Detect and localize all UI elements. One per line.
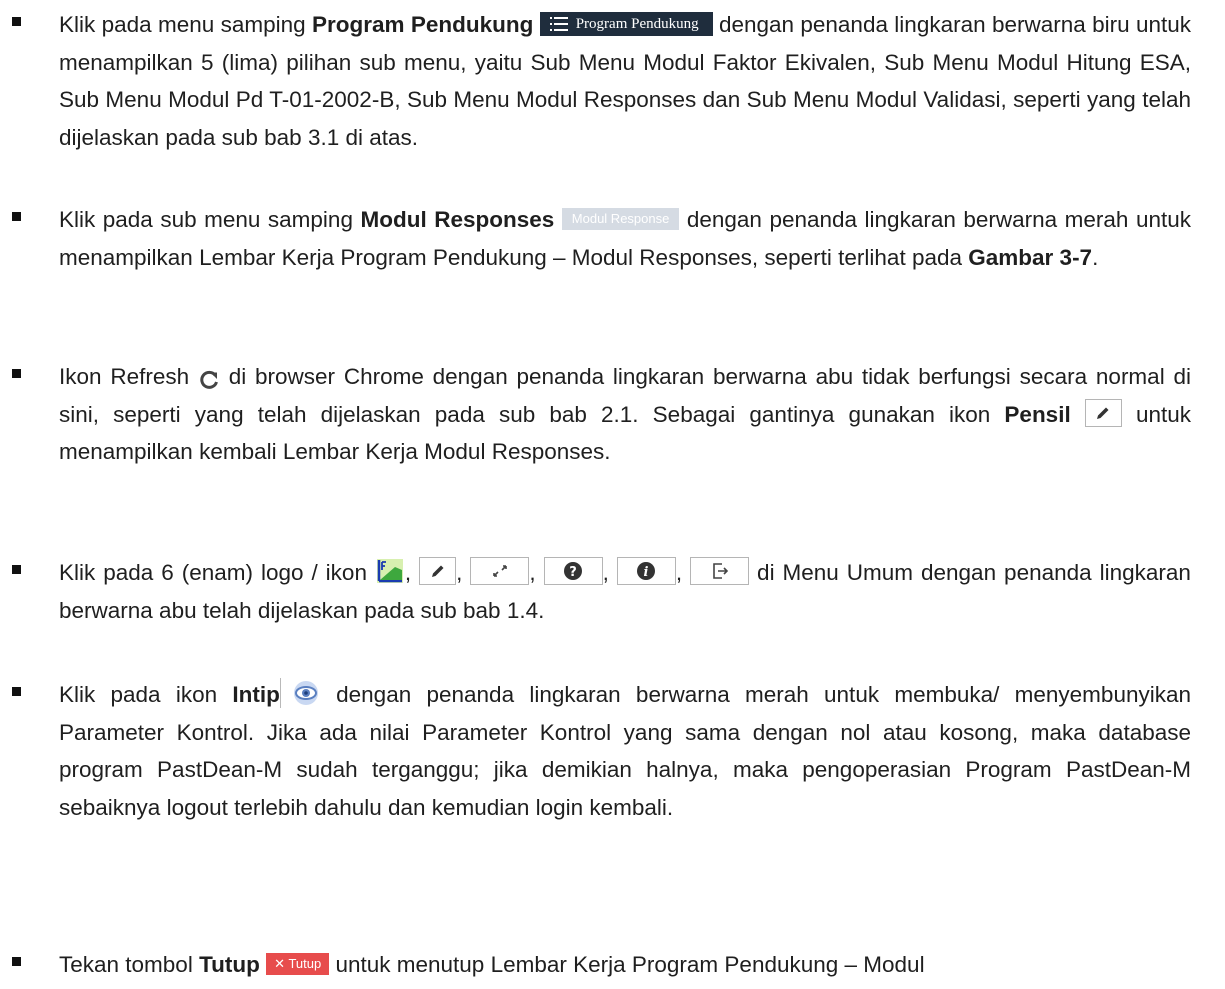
paragraph: Klik pada ikon Intip dengan penanda ling… <box>59 676 1191 826</box>
text-run: Tekan tombol <box>59 952 200 977</box>
bold-term: Modul Responses <box>360 207 555 232</box>
separator: , <box>675 560 683 585</box>
svg-text:i: i <box>644 565 649 580</box>
bullet-marker <box>12 212 21 221</box>
text-run: . <box>1092 244 1099 270</box>
refresh-icon <box>198 365 220 389</box>
text-run: Ikon Refresh <box>59 364 198 389</box>
text-run: untuk menutup Lembar Kerja Program Pendu… <box>329 952 925 977</box>
eye-icon <box>293 681 318 706</box>
menu-chip-label: Program Pendukung <box>575 16 699 33</box>
paragraph: Klik pada sub menu samping Modul Respons… <box>59 201 1191 276</box>
question-icon: ? <box>564 562 583 581</box>
fullscreen-button <box>470 557 530 586</box>
separator: , <box>404 560 412 585</box>
paragraph: Klik pada 6 (enam) logo / ikon , , , ?, … <box>59 554 1191 629</box>
pencil-icon <box>431 565 444 578</box>
pencil-button <box>1084 398 1122 427</box>
bullet-marker <box>12 957 21 966</box>
expand-icon <box>493 565 507 577</box>
bullet-marker <box>12 17 21 26</box>
text-run: Klik pada ikon <box>59 682 233 707</box>
paragraph: Tekan tombol Tutup ✕ Tutup untuk menutup… <box>59 946 1191 984</box>
text-run: Klik pada sub menu samping <box>59 207 361 232</box>
info-button: i <box>616 557 676 586</box>
bullet-marker <box>12 369 21 378</box>
intip-eye-button <box>279 678 321 709</box>
tutup-label: Tutup <box>288 956 322 972</box>
bold-term: Tutup <box>199 952 260 977</box>
help-button: ? <box>543 557 603 586</box>
bold-term: Gambar 3-7 <box>968 244 1093 270</box>
close-icon: ✕ <box>274 956 286 972</box>
text-run: Klik pada menu samping <box>59 12 312 37</box>
bold-term: Pensil <box>1004 401 1071 427</box>
svg-text:?: ? <box>569 565 577 580</box>
bold-term: Program Pendukung <box>311 12 534 37</box>
separator: , <box>529 560 536 585</box>
program-pendukung-menu-button: Program Pendukung <box>539 12 713 37</box>
info-icon: i <box>637 562 656 581</box>
paragraph: Klik pada menu samping Program Pendukung… <box>59 6 1191 156</box>
pencil-button <box>419 557 457 586</box>
bullet-marker <box>12 687 21 696</box>
list-icon <box>549 16 568 31</box>
text-run: Klik pada 6 (enam) logo / ikon <box>59 560 375 585</box>
bullet-marker <box>12 565 21 574</box>
separator: , <box>456 560 463 585</box>
bold-term: Intip <box>232 682 280 707</box>
tutup-button: ✕ Tutup <box>266 953 330 976</box>
paragraph: Ikon Refresh di browser Chrome dengan pe… <box>59 358 1191 471</box>
separator: , <box>602 560 609 585</box>
modul-response-submenu-button: Modul Response <box>561 208 680 231</box>
logout-icon <box>712 563 728 579</box>
chart-logo-icon <box>375 557 405 585</box>
logout-button <box>690 557 750 586</box>
pencil-icon <box>1097 407 1109 419</box>
